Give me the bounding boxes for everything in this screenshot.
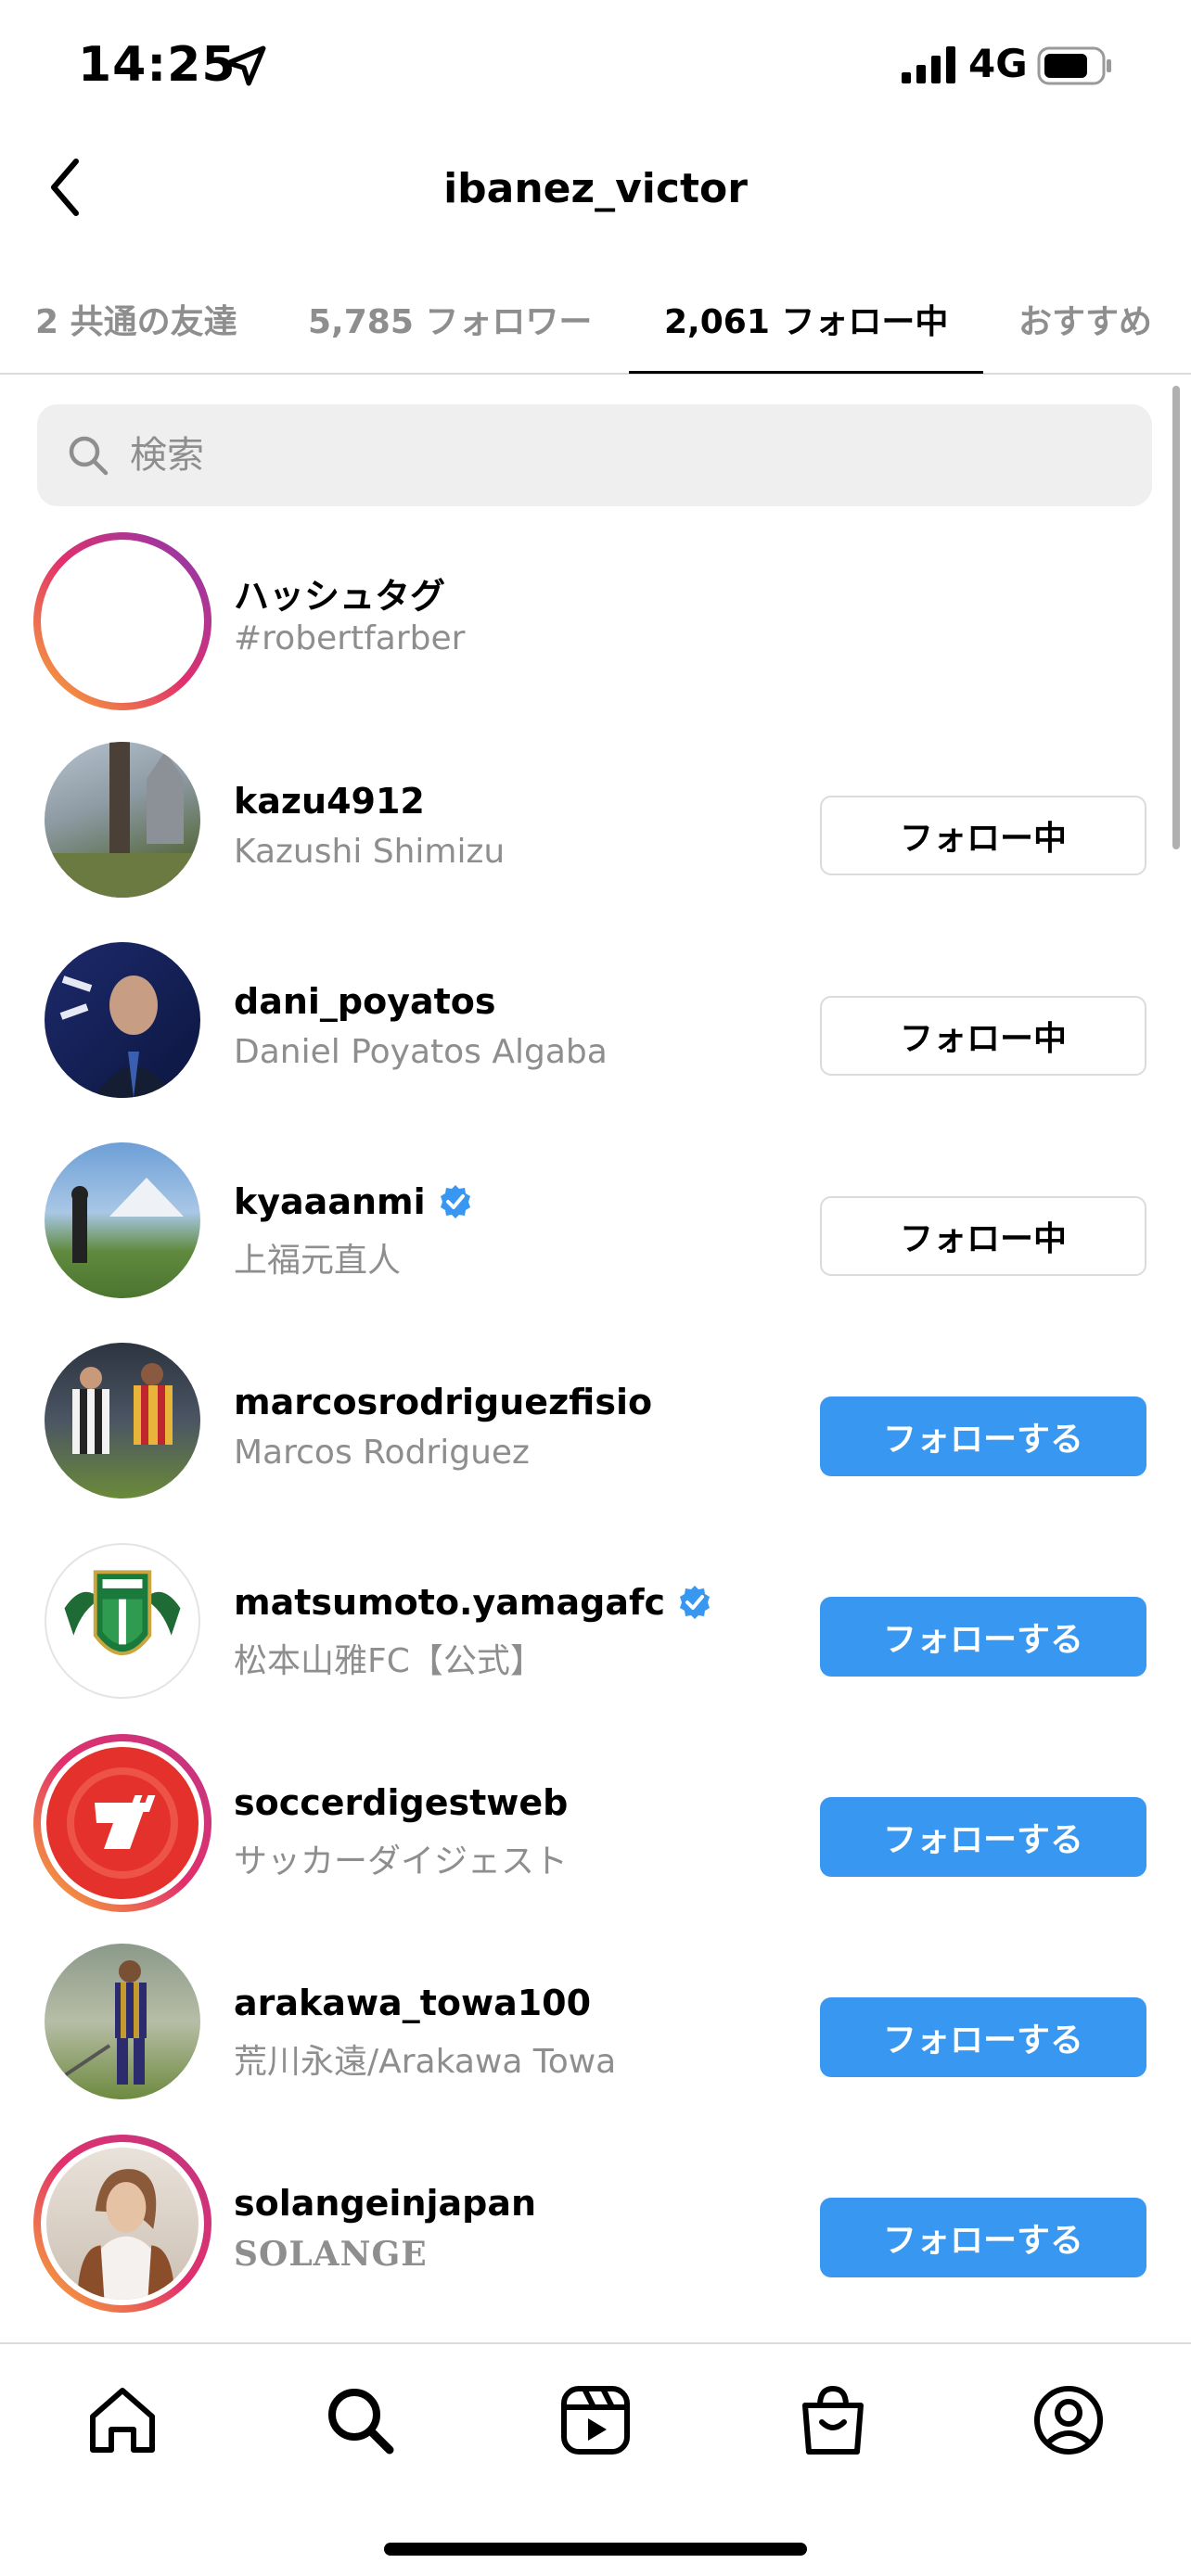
search-bar[interactable] bbox=[37, 404, 1152, 506]
tab-bar: 2 共通の友達 5,785 フォロワー 2,061 フォロー中 おすすめ bbox=[0, 269, 1191, 375]
following-button[interactable]: フォロー中 bbox=[820, 796, 1146, 875]
avatar[interactable] bbox=[45, 1543, 200, 1699]
follow-button[interactable]: フォローする bbox=[820, 1396, 1146, 1476]
full-name: 松本山雅FC【公式】 bbox=[234, 1642, 544, 1680]
signal-icon bbox=[902, 46, 955, 83]
full-name: Marcos Rodriguez bbox=[234, 1434, 530, 1472]
following-button[interactable]: フォロー中 bbox=[820, 996, 1146, 1076]
search-icon bbox=[69, 436, 109, 476]
hashtag-icon bbox=[82, 579, 163, 664]
username: ハッシュタグ bbox=[234, 576, 446, 617]
full-name: Kazushi Shimizu bbox=[234, 833, 506, 871]
network-type: 4G bbox=[968, 41, 1028, 86]
username: matsumoto.yamagafc bbox=[234, 1582, 713, 1623]
list-item[interactable]: matsumoto.yamagafc 松本山雅FC【公式】 フォローする bbox=[0, 1524, 1191, 1710]
tab-followers[interactable]: 5,785 フォロワー bbox=[308, 295, 592, 343]
verified-badge-icon bbox=[680, 1586, 711, 1619]
list-item[interactable]: kazu4912 Kazushi Shimizu フォロー中 bbox=[0, 723, 1191, 909]
avatar-photo bbox=[71, 1178, 184, 1263]
verified-badge-icon bbox=[440, 1185, 470, 1218]
shop-icon[interactable] bbox=[794, 2381, 872, 2459]
full-name: サッカーダイジェスト bbox=[234, 1843, 569, 1881]
avatar[interactable] bbox=[45, 942, 200, 1098]
avatar-photo bbox=[45, 742, 200, 898]
home-icon[interactable] bbox=[83, 2381, 161, 2459]
avatar[interactable] bbox=[45, 1142, 200, 1298]
username: marcosrodriguezfisio bbox=[234, 1382, 653, 1422]
avatar[interactable] bbox=[33, 1734, 211, 1912]
page-title: ibanez_victor bbox=[443, 165, 748, 212]
list-item[interactable]: ハッシュタグ #robertfarber bbox=[0, 523, 1191, 710]
avatar-photo bbox=[59, 976, 174, 1098]
full-name: 荒川永遠/Arakawa Towa bbox=[234, 2043, 617, 2081]
hashtag-avatar[interactable] bbox=[33, 532, 211, 710]
tab-mutual-friends[interactable]: 2 共通の友達 bbox=[35, 295, 237, 343]
follow-button[interactable]: フォローする bbox=[820, 1797, 1146, 1877]
location-arrow-icon bbox=[225, 45, 266, 86]
username: kyaaanmi bbox=[234, 1181, 474, 1222]
avatar-photo bbox=[52, 1960, 147, 2085]
active-tab-indicator bbox=[629, 371, 983, 374]
status-time: 14:25 bbox=[78, 37, 237, 93]
username: soccerdigestweb bbox=[234, 1782, 569, 1823]
avatar-photo bbox=[77, 2169, 175, 2300]
tab-suggested[interactable]: おすすめ bbox=[1018, 295, 1152, 343]
follow-button[interactable]: フォローする bbox=[820, 1597, 1146, 1677]
list-item[interactable]: solangeinjapan SOLANGE フォローする bbox=[0, 2125, 1191, 2313]
username: kazu4912 bbox=[234, 781, 425, 822]
list-item[interactable]: marcosrodriguezfisio Marcos Rodriguez フォ… bbox=[0, 1324, 1191, 1510]
tab-following[interactable]: 2,061 フォロー中 bbox=[664, 295, 948, 343]
club-crest-logo bbox=[64, 1570, 181, 1656]
username: dani_poyatos bbox=[234, 981, 496, 1022]
status-bar: 14:25 4G bbox=[0, 0, 1191, 130]
search-icon[interactable] bbox=[321, 2381, 399, 2459]
following-button[interactable]: フォロー中 bbox=[820, 1196, 1146, 1276]
username: solangeinjapan bbox=[234, 2183, 537, 2224]
list-item[interactable]: arakawa_towa100 荒川永遠/Arakawa Towa フォローする bbox=[0, 1925, 1191, 2111]
list-item[interactable]: dani_poyatos Daniel Poyatos Algaba フォロー中 bbox=[0, 924, 1191, 1109]
list-item[interactable]: soccerdigestweb サッカーダイジェスト フォローする bbox=[0, 1725, 1191, 1912]
full-name: Daniel Poyatos Algaba bbox=[234, 1033, 608, 1071]
avatar[interactable] bbox=[45, 1944, 200, 2099]
username: arakawa_towa100 bbox=[234, 1983, 592, 2023]
reels-icon[interactable] bbox=[557, 2381, 634, 2459]
avatar[interactable] bbox=[33, 2135, 211, 2313]
follow-button[interactable]: フォローする bbox=[820, 1997, 1146, 2077]
profile-icon[interactable] bbox=[1030, 2381, 1108, 2459]
search-input[interactable] bbox=[130, 404, 1132, 506]
full-name: SOLANGE bbox=[234, 2235, 428, 2274]
follow-button[interactable]: フォローする bbox=[820, 2198, 1146, 2277]
full-name: 上福元直人 bbox=[234, 1242, 402, 1280]
list-item[interactable]: kyaaanmi 上福元直人 フォロー中 bbox=[0, 1124, 1191, 1309]
subtitle: #robertfarber bbox=[234, 619, 466, 657]
bottom-tab-bar bbox=[0, 2342, 1191, 2576]
battery-icon bbox=[1037, 46, 1111, 85]
home-indicator[interactable] bbox=[384, 2543, 807, 2556]
avatar[interactable] bbox=[45, 742, 200, 898]
avatar[interactable] bbox=[45, 1343, 200, 1498]
avatar-photo bbox=[72, 1363, 173, 1454]
brand-logo bbox=[67, 1767, 178, 1879]
